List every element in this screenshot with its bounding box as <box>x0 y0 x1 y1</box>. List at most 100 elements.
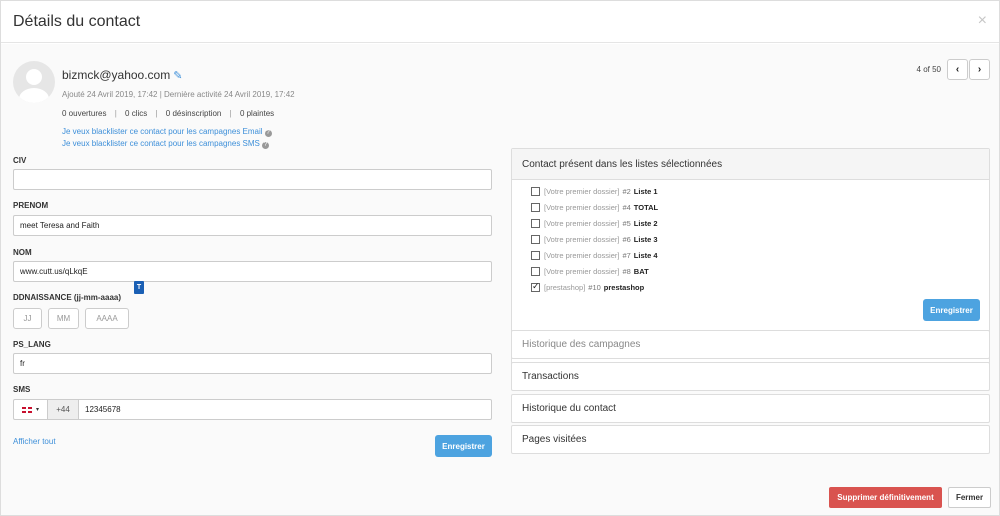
text-cursor-tooltip: T <box>134 281 144 294</box>
prev-contact-button[interactable]: ‹ <box>947 59 968 80</box>
stat-opens: 0 ouvertures <box>62 109 107 118</box>
list-folder: [Votre premier dossier] <box>544 202 620 212</box>
civ-label: CIV <box>13 156 27 165</box>
blacklist-email-link[interactable]: Je veux blacklister ce contact pour les … <box>62 127 272 137</box>
list-folder: [Votre premier dossier] <box>544 250 620 260</box>
modal-header: Détails du contact × <box>1 1 999 43</box>
list-name: prestashop <box>603 282 645 292</box>
list-folder: [Votre premier dossier] <box>544 186 620 196</box>
delete-permanently-button[interactable]: Supprimer définitivement <box>829 487 942 508</box>
contact-dates: Ajouté 24 Avril 2019, 17:42 | Dernière a… <box>62 90 295 99</box>
list-name: Liste 3 <box>633 234 658 244</box>
lang-input[interactable]: fr <box>13 353 492 374</box>
stat-separator: | <box>155 109 158 118</box>
section-transactions[interactable]: Transactions <box>511 362 990 391</box>
next-contact-button[interactable]: › <box>969 59 990 80</box>
list-folder: [Votre premier dossier] <box>544 266 620 276</box>
chevron-right-icon: › <box>977 64 982 75</box>
list-item[interactable]: [Votre premier dossier] #6 Liste 3 <box>512 231 989 247</box>
list-folder: [Votre premier dossier] <box>544 234 620 244</box>
stat-unsubscribes: 0 désinscription <box>165 109 222 118</box>
list-checkbox[interactable] <box>531 281 540 292</box>
caret-down-icon: ▾ <box>35 407 39 413</box>
contact-email: bizmck@yahoo.com ✎ <box>62 68 182 82</box>
phone-input[interactable]: 12345678 <box>79 399 492 420</box>
list-name: Liste 2 <box>633 218 658 228</box>
save-form-button[interactable]: Enregistrer <box>435 435 492 457</box>
last-activity-date: Dernière activité 24 Avril 2019, 17:42 <box>164 90 295 99</box>
civ-input[interactable] <box>13 169 492 190</box>
stat-separator: | <box>229 109 232 118</box>
list-item[interactable]: [Votre premier dossier] #5 Liste 2 <box>512 215 989 231</box>
lists-panel-title: Contact présent dans les listes sélectio… <box>512 149 989 180</box>
list-checkbox[interactable] <box>531 250 540 260</box>
list-id: #10 <box>588 282 601 292</box>
list-id: #4 <box>622 202 631 212</box>
phone-prefix: +44 <box>48 399 79 420</box>
list-name: Liste 1 <box>633 186 658 196</box>
sms-label: SMS <box>13 385 31 394</box>
list-name: Liste 4 <box>633 250 658 260</box>
section-history-label: Historique du contact <box>522 403 616 414</box>
show-all-link[interactable]: Afficher tout <box>13 437 56 446</box>
sms-field: ▾ +44 12345678 <box>13 399 492 420</box>
list-folder: [prestashop] <box>544 282 586 292</box>
close-button[interactable]: Fermer <box>948 487 991 508</box>
avatar-head-shape <box>26 69 42 85</box>
lang-label: PS_LANG <box>13 340 51 349</box>
nom-input[interactable]: www.cutt.us/qLkqE <box>13 261 492 282</box>
uk-flag-icon <box>21 406 32 413</box>
birth-day-input[interactable]: JJ <box>13 308 42 329</box>
stat-separator: | <box>114 109 117 118</box>
section-transactions-label: Transactions <box>522 371 579 382</box>
blacklist-email-label: Je veux blacklister ce contact pour les … <box>62 127 263 136</box>
list-id: #5 <box>622 218 631 228</box>
contact-pager: 4 of 50 ‹ › <box>917 59 990 80</box>
blacklist-sms-link[interactable]: Je veux blacklister ce contact pour les … <box>62 139 269 149</box>
dates-separator: | <box>159 90 162 99</box>
nom-label: NOM <box>13 248 32 257</box>
list-checkbox[interactable] <box>531 202 540 212</box>
list-checkbox[interactable] <box>531 186 540 196</box>
list-checkbox[interactable] <box>531 218 540 228</box>
list-item[interactable]: [Votre premier dossier] #7 Liste 4 <box>512 247 989 263</box>
help-icon: ? <box>261 142 269 149</box>
modal-title: Détails du contact <box>13 13 141 30</box>
list-checkbox[interactable] <box>531 234 540 244</box>
birth-year-input[interactable]: AAAA <box>85 308 129 329</box>
pager-count: 4 of 50 <box>916 65 941 74</box>
list-checkbox[interactable] <box>531 266 540 276</box>
list-id: #8 <box>622 266 631 276</box>
birth-month-input[interactable]: MM <box>48 308 79 329</box>
list-id: #2 <box>622 186 631 196</box>
contact-details-modal: Détails du contact × bizmck@yahoo.com ✎ A… <box>0 0 1000 516</box>
list-item[interactable]: [prestashop]#10prestashop <box>512 279 989 295</box>
modal-body: bizmck@yahoo.com ✎ Ajouté 24 Avril 2019, … <box>1 44 999 515</box>
stat-clicks: 0 clics <box>125 109 148 118</box>
contact-email-text: bizmck@yahoo.com <box>62 68 171 82</box>
stat-complaints: 0 plaintes <box>239 109 275 118</box>
pencil-icon[interactable]: ✎ <box>173 70 182 82</box>
list-item[interactable]: [Votre premier dossier] #8 BAT <box>512 263 989 279</box>
blacklist-sms-label: Je veux blacklister ce contact pour les … <box>62 139 260 148</box>
section-campaigns[interactable]: Historique des campagnes <box>511 330 990 359</box>
list-folder: [Votre premier dossier] <box>544 218 620 228</box>
prenom-label: PRENOM <box>13 201 49 210</box>
section-pages[interactable]: Pages visitées <box>511 425 990 454</box>
list-name: TOTAL <box>633 202 659 212</box>
avatar-shoulders-shape <box>19 88 49 103</box>
close-icon[interactable]: × <box>978 13 987 29</box>
save-lists-button[interactable]: Enregistrer <box>923 299 980 321</box>
list-item[interactable]: [Votre premier dossier] #4 TOTAL <box>512 199 989 215</box>
prenom-input[interactable]: meet Teresa and Faith <box>13 215 492 236</box>
section-pages-label: Pages visitées <box>522 434 587 445</box>
list-id: #6 <box>622 234 631 244</box>
list-id: #7 <box>622 250 631 260</box>
birthdate-label: DDNAISSANCE (jj-mm-aaaa) <box>13 293 122 302</box>
section-campaigns-label: Historique des campagnes <box>522 339 641 350</box>
list-name: BAT <box>633 266 649 276</box>
chevron-left-icon: ‹ <box>955 64 960 75</box>
section-history[interactable]: Historique du contact <box>511 394 990 423</box>
country-select[interactable]: ▾ <box>13 399 48 420</box>
list-item[interactable]: [Votre premier dossier] #2 Liste 1 <box>512 183 989 199</box>
